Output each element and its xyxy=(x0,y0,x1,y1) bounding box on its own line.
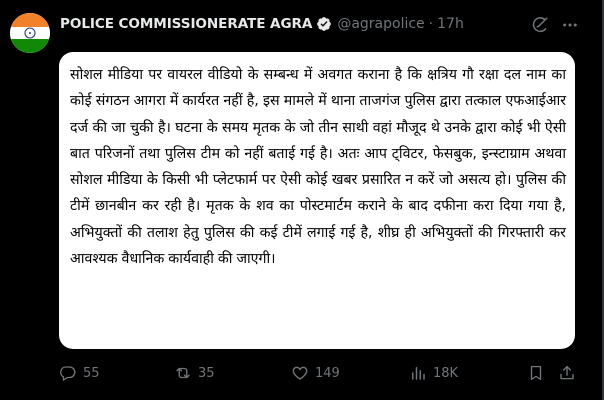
post-time[interactable]: 17h xyxy=(437,16,464,32)
verified-badge-icon[interactable] xyxy=(316,16,332,32)
reply-icon xyxy=(59,364,83,382)
like-icon xyxy=(291,364,315,382)
bookmark-button[interactable] xyxy=(527,362,551,384)
views-icon xyxy=(409,364,433,382)
author-handle[interactable]: @agrapolice xyxy=(337,16,424,32)
post-image-card[interactable]: सोशल मीडिया पर वायरल वीडियो के सम्बन्ध म… xyxy=(59,52,575,349)
reply-button[interactable]: 55 xyxy=(59,362,100,384)
reply-count: 55 xyxy=(83,365,100,381)
repost-count: 35 xyxy=(198,365,215,381)
views-button[interactable]: 18K xyxy=(409,362,458,384)
post-body-text: सोशल मीडिया पर वायरल वीडियो के सम्बन्ध म… xyxy=(70,67,566,268)
views-count: 18K xyxy=(433,365,459,381)
share-icon xyxy=(558,364,582,382)
post-header: POLICE COMMISSIONERATE AGRA @agrapolice … xyxy=(60,14,464,34)
more-options-icon[interactable] xyxy=(561,16,579,34)
repost-icon xyxy=(174,364,198,382)
author-name[interactable]: POLICE COMMISSIONERATE AGRA xyxy=(60,16,312,32)
india-flag-avatar-image xyxy=(10,13,50,53)
bookmark-icon xyxy=(527,364,551,382)
avatar[interactable] xyxy=(10,13,50,53)
dot-separator: · xyxy=(428,16,434,32)
like-count: 149 xyxy=(315,365,340,381)
like-button[interactable]: 149 xyxy=(291,362,340,384)
action-bar: 55 35 149 18K xyxy=(0,362,600,384)
repost-button[interactable]: 35 xyxy=(174,362,215,384)
share-button[interactable] xyxy=(558,362,582,384)
grok-icon[interactable] xyxy=(531,16,549,34)
